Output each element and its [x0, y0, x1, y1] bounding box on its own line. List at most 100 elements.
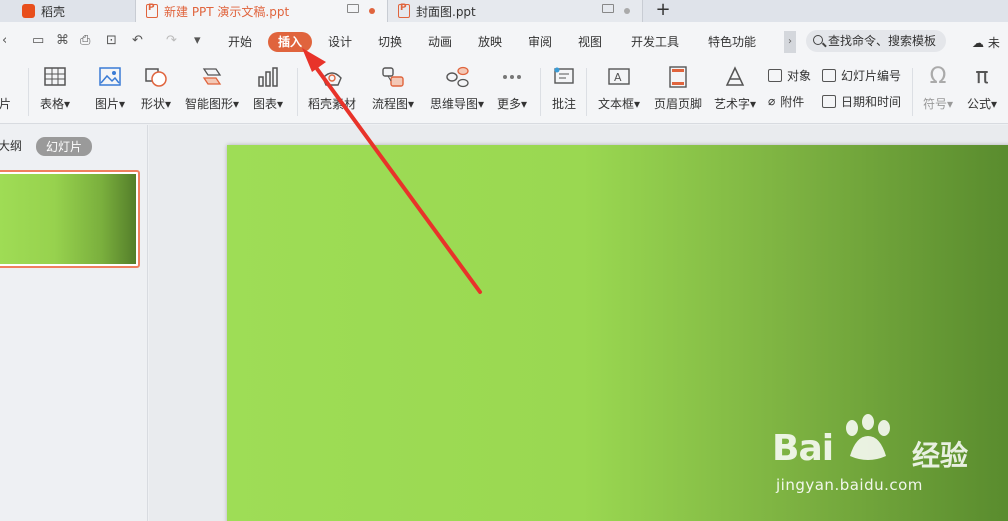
tab-new-ppt[interactable]: 新建 PPT 演示文稿.ppt [136, 0, 388, 22]
insert-ribbon: 片 表格▾ 图片▾ 形状▾ 智能图形▾ 图表▾ 稻壳素材 流程图▾ 思维导图▾ … [0, 60, 1008, 124]
tab-slides[interactable]: 幻灯片 [36, 137, 93, 156]
print-icon[interactable]: ⎙ [80, 33, 90, 48]
symbol-button[interactable]: Ω 符号▾ [916, 60, 960, 124]
comment-label: 批注 [551, 97, 576, 111]
smartart-icon [200, 66, 224, 88]
table-icon [43, 66, 67, 88]
menu-features[interactable]: 特色功能 [700, 32, 764, 52]
svg-text:A: A [614, 71, 622, 84]
mindmap-icon [445, 66, 469, 88]
wordart-icon [723, 66, 747, 88]
cloud-status[interactable]: ☁ 未 [972, 34, 1000, 51]
slide-number-label: 幻灯片编号 [841, 68, 902, 83]
symbol-label: 符号▾ [922, 97, 954, 111]
textbox-icon: A [607, 66, 631, 88]
print-preview-icon[interactable]: ⊡ [106, 33, 117, 48]
watermark-brand-jingyan: 经验 [912, 439, 969, 472]
wordart-button[interactable]: 艺术字▾ [708, 60, 762, 124]
flowchart-icon [381, 66, 405, 88]
tab-bar: 稻壳 新建 PPT 演示文稿.ppt 封面图.ppt + [0, 0, 1008, 22]
tab-daoke[interactable]: 稻壳 [0, 0, 136, 22]
datetime-label: 日期和时间 [841, 94, 902, 109]
material-button[interactable]: 稻壳素材 [302, 60, 362, 124]
tab-label: 稻壳 [41, 4, 66, 19]
quick-access-dropdown-icon[interactable]: ▾ [194, 33, 201, 48]
format-painter-icon[interactable]: ⌘ [56, 33, 69, 48]
menu-transition[interactable]: 切换 [370, 32, 410, 52]
header-footer-button[interactable]: 页眉页脚 [650, 60, 706, 124]
menu-scroll-right-button[interactable]: › [784, 31, 796, 53]
object-label: 对象 [787, 68, 812, 83]
tab-label: 封面图.ppt [416, 4, 476, 19]
shape-label: 形状▾ [140, 97, 172, 111]
ppt-file-icon [146, 3, 158, 18]
daoke-icon [22, 4, 35, 18]
chevron-left-icon[interactable]: ‹ [2, 33, 7, 48]
menu-developer[interactable]: 开发工具 [624, 32, 686, 52]
chart-button[interactable]: 图表▾ [246, 60, 290, 124]
table-button[interactable]: 表格▾ [34, 60, 76, 124]
tab-label: 新建 PPT 演示文稿.ppt [164, 4, 290, 19]
picture-icon [98, 66, 122, 88]
shape-icon [144, 66, 168, 88]
paperclip-icon: ⌀ [768, 94, 776, 108]
undo-icon[interactable]: ↶ [132, 33, 143, 48]
save-icon[interactable]: ▭ [32, 33, 44, 48]
object-button[interactable]: 对象 [768, 66, 811, 84]
wordart-label: 艺术字▾ [713, 97, 757, 111]
slide-thumbnail[interactable] [0, 170, 140, 268]
chart-label: 图表▾ [252, 97, 284, 111]
material-icon [320, 66, 344, 88]
menu-design[interactable]: 设计 [320, 32, 360, 52]
pi-icon: π [975, 64, 989, 89]
table-label: 表格▾ [39, 97, 71, 111]
mindmap-label: 思维导图▾ [429, 97, 485, 111]
flowchart-button[interactable]: 流程图▾ [366, 60, 420, 124]
new-tab-button[interactable]: + [652, 0, 674, 22]
tab-cover-ppt[interactable]: 封面图.ppt [388, 0, 643, 22]
ribbon-partial-label: 片 [0, 97, 11, 111]
ribbon-partial-button[interactable]: 片 [0, 60, 18, 124]
menu-review[interactable]: 审阅 [520, 32, 560, 52]
datetime-button[interactable]: 日期和时间 [822, 92, 901, 110]
cloud-label: 未 [987, 36, 1000, 50]
menu-start[interactable]: 开始 [220, 32, 260, 52]
more-label: 更多▾ [496, 97, 528, 111]
attachment-button[interactable]: ⌀ 附件 [768, 92, 804, 110]
formula-label: 公式▾ [966, 97, 998, 111]
picture-label: 图片▾ [94, 97, 126, 111]
redo-icon[interactable]: ↷ [166, 33, 177, 48]
search-input[interactable]: 查找命令、搜索模板 [806, 30, 946, 52]
more-dots-icon [500, 66, 524, 88]
formula-button[interactable]: π 公式▾ [962, 60, 1002, 124]
tab-outline[interactable]: 大纲 [0, 137, 22, 154]
textbox-button[interactable]: A 文本框▾ [592, 60, 646, 124]
menu-view[interactable]: 视图 [570, 32, 610, 52]
monitor-icon[interactable] [347, 4, 359, 13]
calendar-icon [822, 94, 836, 108]
object-icon [768, 68, 782, 82]
picture-button[interactable]: 图片▾ [88, 60, 132, 124]
comment-button[interactable]: 批注 [546, 60, 582, 124]
status-dot-icon [624, 8, 630, 14]
monitor-icon[interactable] [602, 4, 614, 13]
unsaved-dot-icon [369, 8, 375, 14]
watermark-url: jingyan.baidu.com [776, 476, 923, 494]
slide-number-button[interactable]: 幻灯片编号 [822, 66, 901, 84]
mindmap-button[interactable]: 思维导图▾ [424, 60, 490, 124]
smartart-button[interactable]: 智能图形▾ [180, 60, 244, 124]
slide-number-icon [822, 68, 836, 82]
menu-insert[interactable]: 插入 [268, 32, 312, 52]
material-label: 稻壳素材 [307, 97, 356, 111]
ribbon-separator [586, 68, 587, 116]
shape-button[interactable]: 形状▾ [134, 60, 178, 124]
textbox-label: 文本框▾ [597, 97, 641, 111]
more-button[interactable]: 更多▾ [492, 60, 532, 124]
menu-animation[interactable]: 动画 [420, 32, 460, 52]
attachment-label: 附件 [780, 94, 805, 109]
omega-icon: Ω [929, 64, 947, 89]
ribbon-separator [28, 68, 29, 116]
watermark-brand: Bai [772, 428, 834, 469]
menu-slideshow[interactable]: 放映 [470, 32, 510, 52]
header-footer-icon [666, 66, 690, 88]
